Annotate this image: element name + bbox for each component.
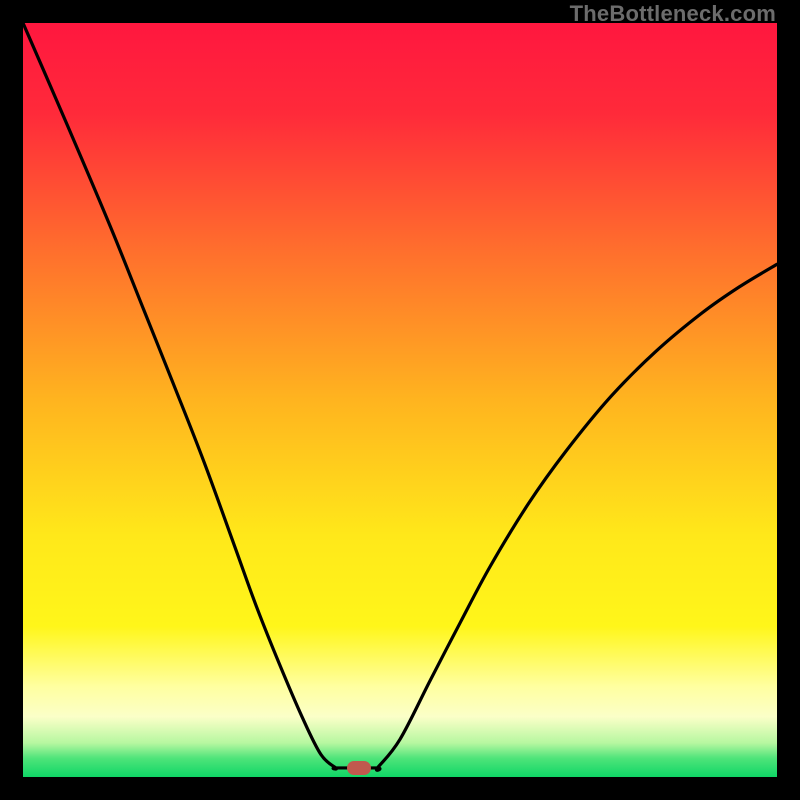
bottleneck-chart <box>23 23 777 777</box>
minimum-marker <box>347 761 371 775</box>
plot-frame <box>23 23 777 777</box>
gradient-background <box>23 23 777 777</box>
